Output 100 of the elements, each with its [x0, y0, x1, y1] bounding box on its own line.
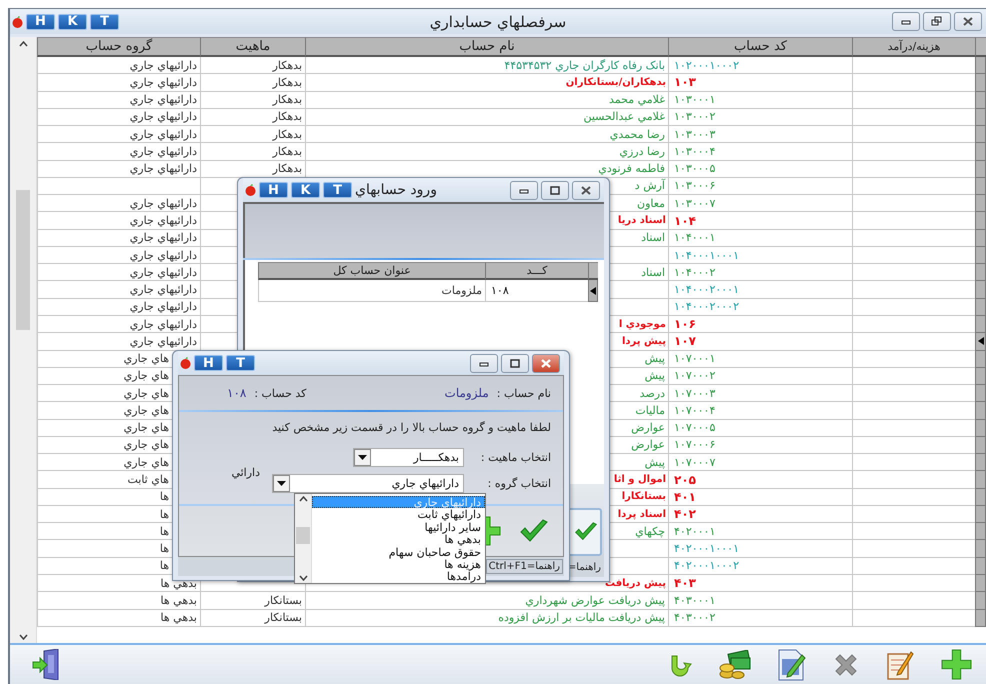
table-cell: ۱۰۷۰۰۰۳ [668, 385, 852, 402]
table-cell: ۱۰۳۰۰۰۲ [668, 108, 852, 126]
scroll-down-icon[interactable] [298, 575, 308, 581]
minimize-button[interactable] [892, 12, 920, 31]
scroll-up-icon[interactable] [298, 496, 308, 502]
tomato-icon [12, 16, 23, 28]
minimize-button[interactable] [470, 354, 498, 372]
table-cell: پيش دريافت ماليات بر ارزش افزوده [305, 610, 668, 627]
table-cell: ۴۰۱ [668, 488, 852, 506]
minimize-button[interactable] [510, 180, 538, 200]
table-cell: ۱۰۴۰۰۰۱۰۰۰۱ [668, 246, 852, 264]
close-button[interactable] [572, 180, 600, 200]
table-cell: ۱۰۷۰۰۰۶ [668, 436, 852, 454]
column-header[interactable]: عنوان حساب کل [258, 262, 485, 280]
group-hint: دارائي [231, 466, 260, 479]
table-cell: ۱۰۳۰۰۰۵ [668, 160, 852, 178]
dropdown-option[interactable]: ساير دارائيها [312, 520, 485, 534]
table-cell: غلامي عبدالحسين [305, 108, 668, 126]
close-icon [962, 16, 974, 27]
scroll-thumb[interactable] [296, 527, 310, 544]
dropdown-option[interactable]: هزينه ها [312, 558, 485, 570]
table-cell: بدهکار [200, 57, 305, 74]
account-code: ۱۰۸ [227, 386, 246, 400]
check-icon[interactable] [519, 519, 549, 543]
maximize-icon [549, 184, 561, 196]
table-cell: دارائيهاي جاري [37, 212, 200, 230]
column-header[interactable]: هزينه/درآمد [852, 37, 975, 57]
account-name: ملزومات [444, 386, 489, 400]
add-icon[interactable] [941, 649, 972, 680]
dropdown-option[interactable]: حقوق صاحبان سهام [312, 546, 485, 558]
status-text: راهنما=Ctrl+F1 [486, 559, 563, 574]
table-cell: بدهکاران/بستانکاران [305, 74, 668, 92]
delete-icon[interactable] [833, 652, 859, 678]
table-cell: دارائيهاي جاري [37, 246, 200, 264]
pointer-icon [590, 286, 596, 294]
clipboard-pencil-icon[interactable] [886, 650, 914, 680]
table-cell: ۱۰۲۰۰۰۱۰۰۰۲ [668, 57, 852, 74]
table-cell: بدهي ها [37, 610, 200, 627]
nature-dropdown[interactable]: بدهکـــــار [353, 448, 464, 466]
maximize-button[interactable] [501, 354, 529, 372]
table-cell: بدهي ها [37, 592, 200, 610]
scroll-down-icon[interactable] [18, 634, 28, 640]
close-button[interactable] [532, 354, 560, 372]
table-cell: بدهکار [200, 143, 305, 161]
toolbar-letter-button[interactable]: H [26, 14, 55, 30]
edit-document-icon[interactable] [778, 648, 806, 680]
table-cell: دارائيهاي جاري [37, 316, 200, 334]
table-cell: دارائيهاي جاري [37, 264, 200, 282]
toolbar-letter-button[interactable]: T [323, 182, 352, 198]
table-cell: ۱۰۷ [668, 333, 852, 351]
table-cell: ۱۰۳۰۰۰۷ [668, 195, 852, 212]
table-cell: دارائيهاي جاري [37, 74, 200, 92]
dropdown-option[interactable]: دارائيهاي ثابت [312, 508, 485, 521]
table-cell: دارائيهاي جاري [37, 108, 200, 126]
table-cell: ۱۰۳۰۰۰۶ [668, 178, 852, 196]
column-header[interactable]: کـــد [485, 262, 588, 280]
column-header[interactable]: ماهيت [200, 37, 305, 57]
toolbar-letter-button[interactable]: T [90, 14, 119, 30]
toolbar-letter-button[interactable]: H [259, 182, 288, 198]
column-header[interactable]: نام حساب [305, 37, 668, 57]
table-cell: بدهکار [200, 126, 305, 144]
status-text: راهنما= [566, 561, 602, 574]
table-cell: بدهکار [200, 108, 305, 126]
tomato-icon [245, 184, 256, 196]
table-cell: رضا محمدي [305, 126, 668, 144]
table-cell: ۱۰۷۰۰۰۱ [668, 350, 852, 368]
table-cell: ۱۰۴ [668, 212, 852, 230]
maximize-button[interactable] [541, 180, 569, 200]
toolbar-letter-button[interactable]: K [58, 14, 87, 30]
table-cell: ۴۰۳۰۰۰۱ [668, 592, 852, 610]
table-cell: بانک رفاه کارگران جاري ۴۴۵۳۴۵۳۲ [305, 57, 668, 74]
scroll-up-icon[interactable] [18, 41, 28, 47]
table-cell: دارائيهاي جاري [37, 298, 200, 316]
table-cell: دارائيهاي جاري [37, 160, 200, 178]
table-cell: بدهکار [200, 92, 305, 109]
table-cell: دارائيهاي جاري [37, 195, 200, 212]
toolbar-letter-button[interactable]: K [291, 182, 320, 198]
table-cell: ۱۰۷۰۰۰۵ [668, 420, 852, 437]
table-cell: پيش دريافت عوارض شهرداري [305, 592, 668, 610]
column-header[interactable]: کد حساب [668, 37, 852, 57]
row-selector[interactable] [975, 333, 986, 351]
header-corner [588, 262, 598, 280]
header-corner [975, 37, 986, 57]
table-cell: ۴۰۲ [668, 506, 852, 524]
table-cell: دارائيهاي جاري [37, 281, 200, 299]
check-icon[interactable] [574, 522, 598, 542]
scroll-thumb[interactable] [16, 190, 30, 330]
close-button[interactable] [954, 12, 982, 31]
restore-button[interactable] [923, 12, 951, 31]
table-cell: ۴۰۲۰۰۰۱ [668, 523, 852, 540]
toolbar-letter-button[interactable]: H [194, 355, 223, 371]
caret-icon [358, 454, 367, 460]
field-label: نام حساب : [496, 386, 551, 400]
money-icon[interactable] [719, 650, 751, 680]
table-cell: بستانکار [200, 592, 305, 610]
toolbar-letter-button[interactable]: T [226, 355, 255, 371]
column-header[interactable]: گروه حساب [37, 37, 200, 57]
close-icon [580, 184, 592, 196]
row-selector[interactable] [588, 280, 598, 302]
group-dropdown[interactable]: دارائيهاي جاري [272, 474, 464, 492]
